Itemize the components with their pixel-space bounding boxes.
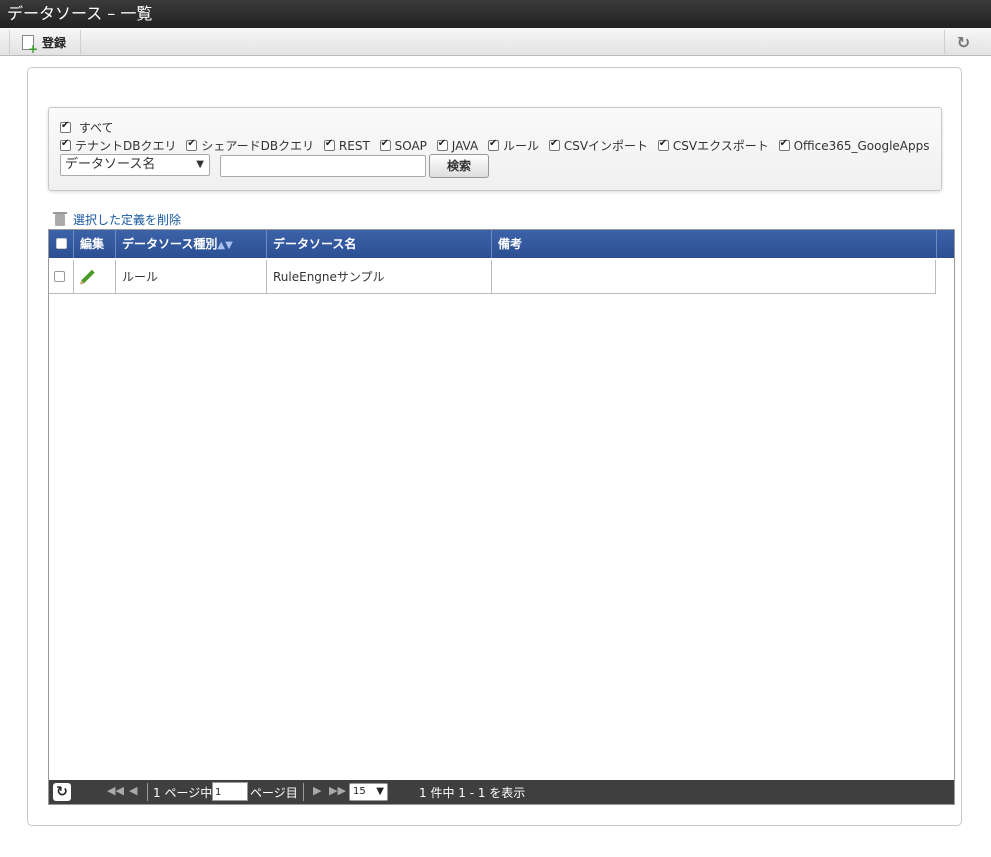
- filter-type-option[interactable]: シェアードDBクエリ: [186, 137, 314, 154]
- first-page-icon[interactable]: ◀◀: [107, 784, 124, 797]
- search-field-value: データソース名: [65, 157, 156, 172]
- refresh-icon: ↻: [56, 784, 68, 800]
- filter-type-option[interactable]: CSVインポート: [548, 137, 649, 154]
- grid-refresh-button[interactable]: ↻: [53, 783, 71, 801]
- filter-type-checkbox[interactable]: [323, 138, 335, 151]
- last-page-icon[interactable]: ▶▶: [329, 784, 346, 797]
- datasource-grid: 編集 データソース種別▲▼ データソース名 備考 ルール RuleEngneサン…: [48, 229, 955, 805]
- pager-separator: [303, 783, 304, 801]
- row-edit-cell[interactable]: [74, 260, 116, 294]
- row-select-checkbox[interactable]: [54, 271, 65, 282]
- column-header-edit: 編集: [74, 230, 116, 258]
- register-label: 登録: [42, 35, 67, 50]
- select-all-checkbox[interactable]: [56, 238, 67, 249]
- filter-type-option[interactable]: ルール: [487, 137, 539, 154]
- filter-type-label: CSVインポート: [563, 139, 649, 153]
- page-number-input[interactable]: 1: [212, 782, 248, 801]
- filter-type-label: SOAP: [394, 139, 427, 153]
- filter-type-label: ルール: [502, 139, 539, 153]
- filter-type-label: CSVエクスポート: [672, 139, 769, 153]
- grid-header: 編集 データソース種別▲▼ データソース名 備考: [49, 230, 954, 258]
- search-field-select[interactable]: データソース名 ▼: [60, 154, 210, 176]
- table-row[interactable]: ルール RuleEngneサンプル: [49, 260, 936, 294]
- row-type-cell: ルール: [116, 260, 267, 294]
- sort-icon: ▲▼: [217, 240, 233, 251]
- pager-bar: ↻ ◀◀ ◀ 1 ページ中 1 ページ目 ▶ ▶▶ 15 ▼ 1 件中 1 - …: [49, 780, 954, 804]
- dropdown-arrow-icon: ▼: [376, 786, 384, 797]
- dropdown-arrow-icon: ▼: [196, 159, 204, 170]
- filter-type-checkbox[interactable]: [186, 138, 198, 151]
- filter-type-option[interactable]: JAVA: [436, 138, 479, 153]
- filter-type-checkbox[interactable]: [60, 138, 71, 151]
- page-prefix-text: 1 ページ中: [153, 786, 213, 800]
- prev-page-icon[interactable]: ◀: [129, 784, 137, 797]
- main-panel: すべて テナントDBクエリ シェアードDBクエリ REST SOAP JAVA …: [27, 67, 962, 826]
- filter-type-checkbox[interactable]: [657, 138, 669, 151]
- filter-type-label: REST: [338, 139, 370, 153]
- filter-type-checkbox[interactable]: [778, 138, 790, 151]
- delete-selected-link[interactable]: 選択した定義を削除: [53, 211, 182, 228]
- toolbar: 登録 ↻: [0, 28, 991, 56]
- filter-type-checkbox[interactable]: [487, 138, 499, 151]
- filter-type-option[interactable]: Office365_GoogleApps: [778, 138, 930, 153]
- row-select-cell: [49, 260, 74, 294]
- filter-type-label: Office365_GoogleApps: [793, 139, 930, 153]
- filter-type-option[interactable]: テナントDBクエリ: [60, 137, 176, 154]
- filter-all-label: すべて: [78, 121, 114, 135]
- column-header-note: 備考: [492, 230, 937, 258]
- column-header-type-label: データソース種別: [122, 237, 218, 251]
- pager-summary: 1 件中 1 - 1 を表示: [419, 786, 526, 800]
- search-filter-box: すべて テナントDBクエリ シェアードDBクエリ REST SOAP JAVA …: [48, 107, 942, 191]
- new-document-icon: [22, 34, 38, 55]
- register-button[interactable]: 登録: [9, 30, 81, 55]
- trash-icon: [53, 212, 67, 226]
- column-header-type[interactable]: データソース種別▲▼: [116, 230, 267, 258]
- filter-type-label: シェアードDBクエリ: [201, 139, 315, 153]
- refresh-icon: ↻: [956, 32, 971, 52]
- select-all-cell: [49, 230, 74, 258]
- page-size-value: 15: [353, 786, 366, 797]
- page-suffix-text: ページ目: [250, 786, 298, 800]
- pencil-edit-icon[interactable]: [81, 269, 95, 284]
- column-header-name: データソース名: [267, 230, 492, 258]
- page-size-select[interactable]: 15 ▼: [349, 783, 388, 801]
- window-title: データソース – 一覧: [0, 0, 991, 28]
- row-note-cell: [492, 260, 936, 294]
- refresh-button[interactable]: ↻: [944, 30, 982, 54]
- delete-selected-label: 選択した定義を削除: [73, 213, 182, 227]
- filter-type-checkbox[interactable]: [548, 138, 560, 151]
- filter-type-checkbox[interactable]: [436, 138, 448, 151]
- filter-type-option[interactable]: REST: [323, 138, 370, 153]
- row-name-cell: RuleEngneサンプル: [267, 260, 492, 294]
- filter-type-checkbox[interactable]: [379, 138, 391, 151]
- search-button[interactable]: 検索: [429, 154, 489, 178]
- filter-type-list: テナントDBクエリ シェアードDBクエリ REST SOAP JAVA ルール …: [60, 137, 936, 154]
- filter-all-checkbox[interactable]: [60, 120, 71, 133]
- filter-type-label: JAVA: [451, 139, 479, 153]
- filter-all-option[interactable]: すべて: [60, 119, 114, 136]
- filter-type-option[interactable]: CSVエクスポート: [657, 137, 769, 154]
- filter-type-label: テナントDBクエリ: [75, 139, 177, 153]
- filter-type-option[interactable]: SOAP: [379, 138, 427, 153]
- search-input[interactable]: [220, 155, 426, 177]
- next-page-icon[interactable]: ▶: [313, 784, 321, 797]
- pager-separator: [147, 783, 148, 801]
